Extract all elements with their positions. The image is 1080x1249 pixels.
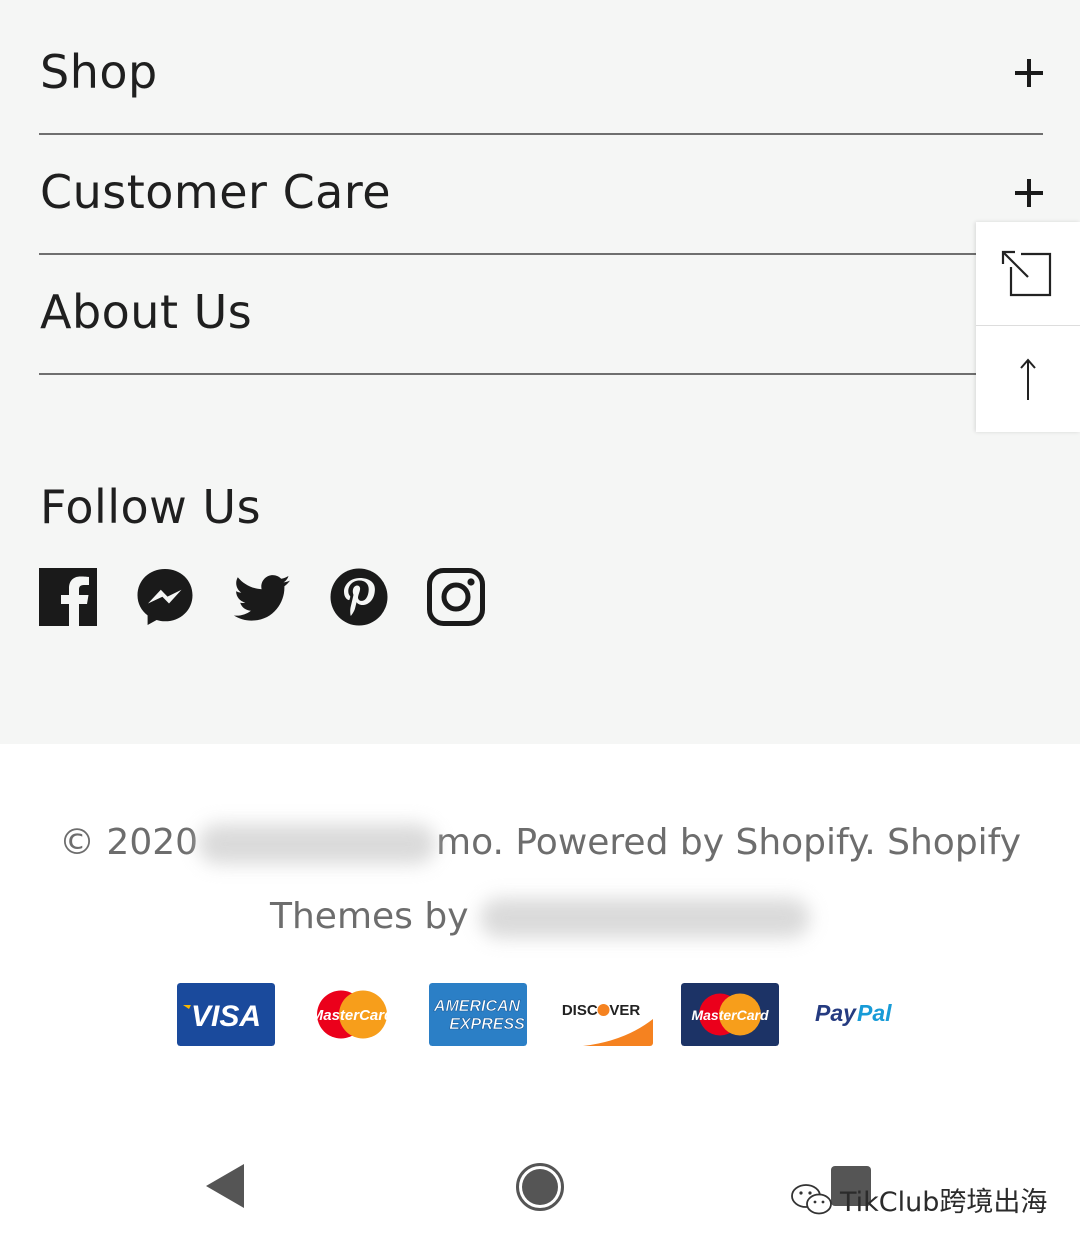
accordion-about-us-label: About Us (40, 285, 253, 339)
pinterest-icon[interactable] (330, 568, 388, 626)
home-icon[interactable] (515, 1162, 565, 1212)
blurred-store-name (198, 824, 437, 864)
paypal-icon: Pay Pal (815, 1000, 892, 1026)
accordion-customer-care-label: Customer Care (40, 165, 392, 219)
mastercard-dark-text: MasterCard (691, 1007, 768, 1023)
amex-text-line2: EXPRESS (449, 1016, 525, 1033)
plus-icon[interactable] (1015, 179, 1043, 207)
accordion-about-us[interactable]: About Us (39, 255, 1043, 375)
footer-top-section: Shop Customer Care About Us Follow Us (0, 0, 1080, 744)
expand-icon (1001, 250, 1052, 296)
copyright-themes-by: Themes by (270, 896, 469, 937)
facebook-icon[interactable] (39, 568, 97, 626)
watermark-text: TikClub跨境出海 (840, 1187, 1048, 1218)
payment-icons: VISA MasterCard AMERICAN EXPRESS DISCOVE… (177, 983, 905, 1046)
social-links (39, 568, 485, 626)
messenger-icon[interactable] (136, 568, 194, 626)
mastercard-icon: MasterCard (311, 990, 394, 1039)
mastercard-text: MasterCard (311, 1007, 394, 1024)
accordion-customer-care[interactable]: Customer Care (39, 135, 1043, 255)
watermark: TikClub跨境出海 (790, 1180, 1047, 1219)
back-icon[interactable] (205, 1163, 245, 1209)
paypal-pal-text: Pal (857, 1000, 892, 1026)
follow-us-heading: Follow Us (40, 480, 262, 534)
mastercard-dark-icon: MasterCard (681, 983, 779, 1046)
copyright-text: © 2020 mo. Powered by Shopify. Shopify Th… (0, 806, 1080, 954)
copyright-line-2: Themes by (0, 880, 1080, 954)
blurred-theme-link[interactable] (479, 898, 810, 938)
wechat-icon (791, 1183, 832, 1214)
accordion-shop[interactable]: Shop (39, 15, 1043, 135)
copyright-prefix: © 2020 (58, 822, 199, 863)
amex-text-line1: AMERICAN (433, 998, 521, 1015)
visa-icon: VISA (177, 983, 275, 1046)
expand-button[interactable] (976, 222, 1080, 326)
back-to-top-button[interactable] (976, 328, 1080, 432)
visa-text: VISA (191, 1000, 261, 1033)
copyright-powered-by: mo. Powered by Shopify. Shopify (436, 822, 1022, 863)
paypal-pay-text: Pay (815, 1000, 857, 1026)
floating-toolbar (976, 222, 1080, 432)
amex-icon: AMERICAN EXPRESS (429, 983, 527, 1046)
twitter-icon[interactable] (233, 568, 291, 626)
copyright-line-1: © 2020 mo. Powered by Shopify. Shopify (0, 806, 1080, 880)
back-to-top-icon (1020, 358, 1036, 400)
accordion-shop-label: Shop (40, 45, 158, 99)
discover-icon: DISCOVER (555, 983, 653, 1046)
instagram-icon[interactable] (427, 568, 485, 626)
plus-icon[interactable] (1015, 59, 1043, 87)
